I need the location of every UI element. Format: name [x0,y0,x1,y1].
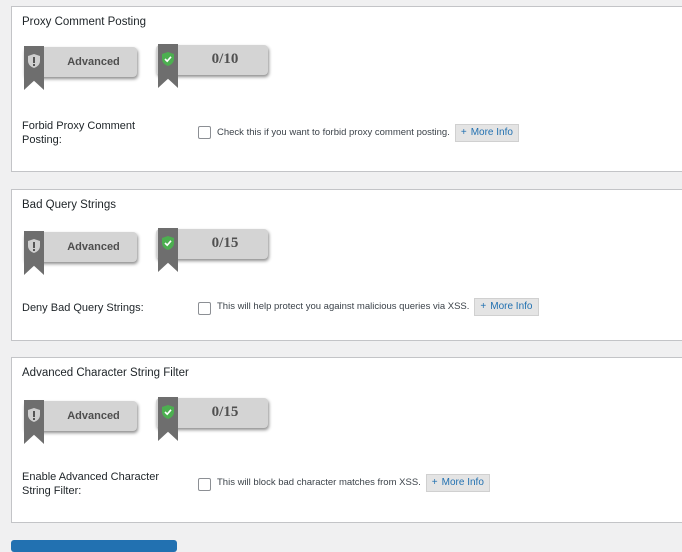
more-info-button[interactable]: + More Info [474,298,539,316]
more-info-label: More Info [470,127,513,138]
plus-icon: + [480,301,487,312]
feature-level-badge: Advanced [24,400,137,444]
field-description: This will help protect you against malic… [217,301,470,312]
feature-level-label: Advanced [67,241,120,253]
more-info-button[interactable]: + More Info [454,124,519,142]
section-title: Proxy Comment Posting [22,16,146,28]
plus-icon: + [460,127,467,138]
field-description-row: Check this if you want to forbid proxy c… [217,124,519,142]
shield-exclamation-icon [28,54,40,68]
ribbon-icon [158,397,178,441]
save-settings-button[interactable] [11,540,177,552]
shield-check-icon [162,236,174,250]
security-score-label: 0/10 [211,51,239,67]
ribbon-icon [24,46,44,90]
section-title: Bad Query Strings [22,199,116,211]
security-score-label: 0/15 [211,235,239,251]
more-info-button[interactable]: + More Info [425,474,490,492]
forbid-proxy-comment-checkbox[interactable] [198,126,211,139]
section-advanced-character-string-filter: Advanced Character String Filter Advance… [11,357,682,523]
more-info-label: More Info [441,477,484,488]
shield-check-icon [162,405,174,419]
field-label: Forbid Proxy Comment Posting: [22,120,136,146]
deny-bad-query-strings-checkbox[interactable] [198,302,211,315]
section-proxy-comment-posting: Proxy Comment Posting Advanced 0/10 Forb… [11,6,682,172]
feature-level-badge: Advanced [24,46,137,90]
security-score-badge: 0/10 [156,44,268,88]
ribbon-icon [24,231,44,275]
security-score-badge: 0/15 [156,397,268,441]
enable-advanced-character-filter-checkbox[interactable] [198,478,211,491]
shield-exclamation-icon [28,239,40,253]
ribbon-icon [24,400,44,444]
plus-icon: + [431,477,438,488]
more-info-label: More Info [490,301,533,312]
field-description-row: This will help protect you against malic… [217,298,539,316]
feature-level-badge: Advanced [24,231,137,275]
ribbon-icon [158,228,178,272]
field-description: Check this if you want to forbid proxy c… [217,127,450,138]
security-score-label: 0/15 [211,404,239,420]
section-bad-query-strings: Bad Query Strings Advanced 0/15 Deny Bad… [11,189,682,341]
feature-level-label: Advanced [67,56,120,68]
section-title: Advanced Character String Filter [22,367,189,379]
field-description-row: This will block bad character matches fr… [217,474,490,492]
feature-level-label: Advanced [67,410,120,422]
field-description: This will block bad character matches fr… [217,477,421,488]
shield-check-icon [162,52,174,66]
field-label: Deny Bad Query Strings: [22,302,144,314]
security-score-badge: 0/15 [156,228,268,272]
field-label: Enable Advanced Character String Filter: [22,471,159,497]
ribbon-icon [158,44,178,88]
shield-exclamation-icon [28,408,40,422]
